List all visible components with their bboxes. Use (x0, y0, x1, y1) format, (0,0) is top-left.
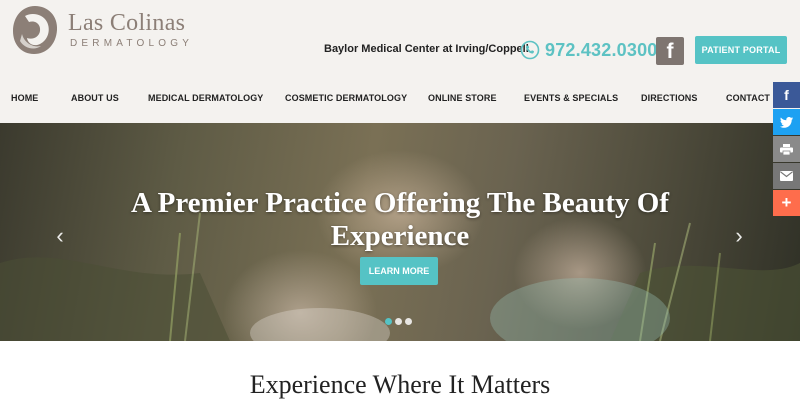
share-twitter-button[interactable] (773, 109, 800, 135)
nav-item-directions[interactable]: DIRECTIONS (641, 88, 698, 108)
slider-dots (385, 318, 412, 326)
main-nav: HOME ABOUT US MEDICAL DERMATOLOGY COSMET… (0, 88, 800, 108)
nav-item-home[interactable]: HOME (11, 88, 38, 108)
hero-title: A Premier Practice Offering The Beauty O… (131, 187, 669, 252)
hero-slider: A Premier Practice Offering The Beauty O… (0, 123, 800, 341)
plus-icon: + (781, 193, 792, 212)
phone-icon (520, 40, 540, 60)
chevron-left-icon[interactable]: ‹ (53, 225, 67, 247)
section-title: Experience Where It Matters (249, 370, 551, 399)
facebook-button[interactable]: f (656, 37, 684, 65)
logo[interactable]: Las Colinas DERMATOLOGY (10, 4, 210, 56)
print-icon (780, 143, 793, 155)
share-email-button[interactable] (773, 163, 800, 189)
phone-number: 972.432.0300 (545, 39, 658, 60)
logo-name: Las Colinas (68, 10, 186, 36)
nav-item-online-store[interactable]: ONLINE STORE (428, 88, 497, 108)
nav-item-medical-dermatology[interactable]: MEDICAL DERMATOLOGY (148, 88, 263, 108)
share-print-button[interactable] (773, 136, 800, 162)
share-more-button[interactable]: + (773, 190, 800, 216)
learn-more-button[interactable]: LEARN MORE (360, 257, 438, 285)
facebook-icon: f (784, 87, 789, 103)
slider-dot[interactable] (385, 318, 392, 325)
slider-dot[interactable] (395, 318, 402, 325)
chevron-right-icon[interactable]: › (732, 225, 746, 247)
logo-subtitle: DERMATOLOGY (70, 38, 194, 49)
share-facebook-button[interactable]: f (773, 82, 800, 108)
patient-portal-button[interactable]: PATIENT PORTAL (695, 36, 787, 64)
nav-item-cosmetic-dermatology[interactable]: COSMETIC DERMATOLOGY (285, 88, 407, 108)
share-bar: f + (773, 82, 800, 217)
twitter-icon (780, 116, 793, 128)
logo-mark-icon (13, 6, 58, 54)
nav-item-events-specials[interactable]: EVENTS & SPECIALS (524, 88, 618, 108)
phone-link[interactable]: 972.432.0300 (520, 38, 658, 62)
nav-item-about-us[interactable]: ABOUT US (71, 88, 119, 108)
site-header: Las Colinas DERMATOLOGY Baylor Medical C… (0, 0, 800, 123)
slider-dot[interactable] (405, 318, 412, 325)
location-text: Baylor Medical Center at Irving/Coppell (324, 43, 529, 55)
email-icon (780, 171, 793, 181)
